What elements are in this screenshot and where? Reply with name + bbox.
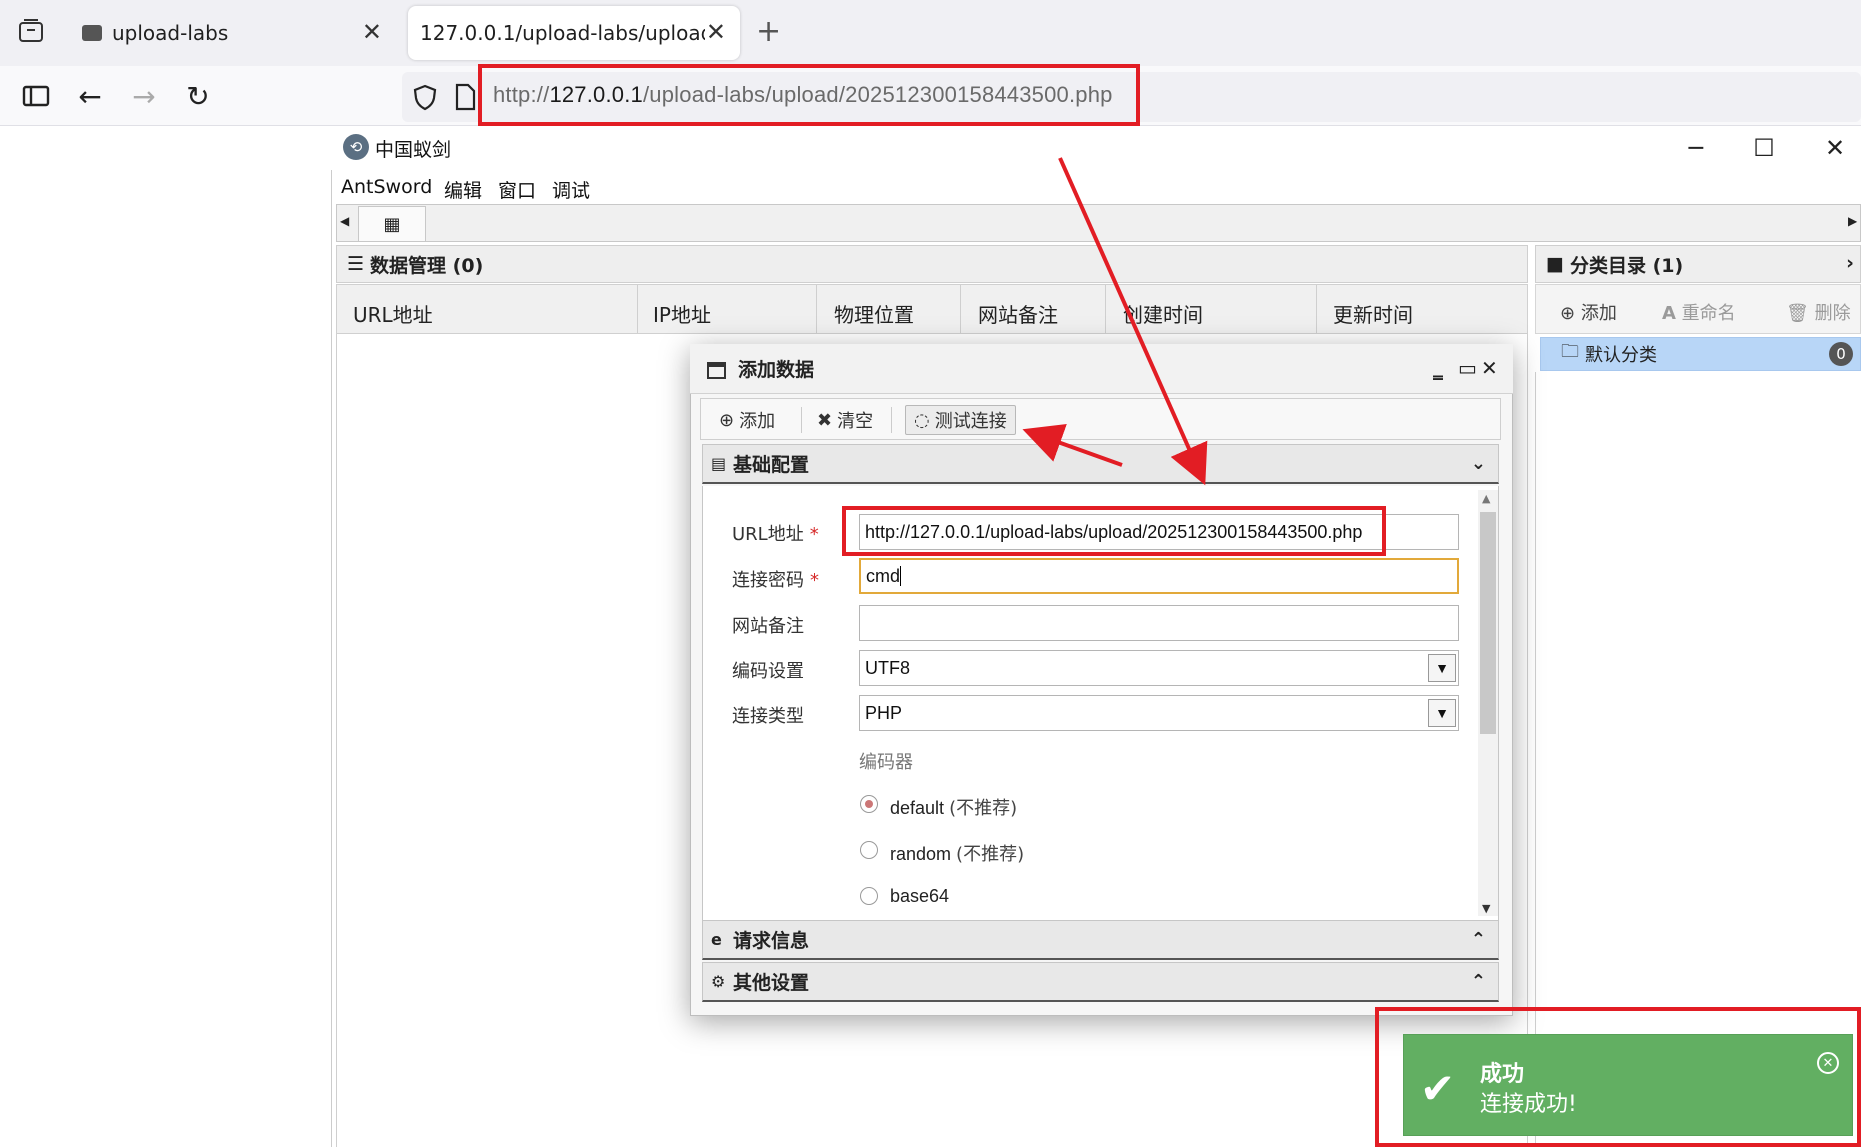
dialog-title: 添加数据 (690, 344, 1513, 394)
annotation-box-url-field (842, 506, 1386, 556)
annotation-box-url (478, 64, 1140, 126)
new-tab-icon[interactable]: + (756, 14, 781, 49)
close-icon[interactable]: ✕ (362, 18, 382, 46)
encoder-random-radio[interactable] (860, 841, 878, 859)
category-add-button[interactable]: ⊕ 添加 (1560, 299, 1617, 325)
antsword-titlebar (331, 126, 1861, 170)
plus-circle-icon: ⊕ (719, 409, 735, 431)
back-icon[interactable]: ← (72, 78, 108, 114)
reload-icon[interactable]: ↻ (180, 78, 216, 114)
menu-window[interactable]: 窗口 (498, 176, 536, 203)
encoding-select[interactable]: UTF8 ▼ (859, 650, 1459, 686)
gears-icon: ⚙ (711, 972, 726, 991)
trash-icon: 🗑 (1786, 303, 1809, 324)
grid-icon[interactable]: ▦ (358, 206, 426, 242)
chevron-up-icon[interactable]: ⌃ (1471, 971, 1486, 992)
category-panel-header: ■ 分类目录 (1) › (1535, 245, 1861, 283)
encoder-default-radio[interactable] (860, 795, 878, 813)
dialog-close-icon[interactable]: ✕ (1481, 356, 1498, 380)
scroll-right-icon[interactable]: ▶ (1848, 214, 1857, 228)
remark-input[interactable] (859, 605, 1459, 641)
x-icon: ✖ (817, 409, 833, 431)
password-label: 连接密码 * (732, 570, 819, 591)
category-count-badge: 0 (1829, 342, 1853, 366)
col-created[interactable]: 创建时间 (1123, 299, 1203, 328)
type-select[interactable]: PHP ▼ (859, 695, 1459, 731)
forward-icon[interactable]: → (126, 78, 162, 114)
section-request-info[interactable]: e 请求信息 ⌃ (702, 920, 1499, 960)
browser-tab-upload-labs[interactable]: upload-labs ✕ (66, 0, 404, 66)
chevron-down-icon[interactable]: ▼ (1428, 654, 1456, 682)
section-basic-config[interactable]: ▤ 基础配置 ⌄ (702, 444, 1499, 484)
shield-icon[interactable] (410, 82, 440, 112)
encoder-random-label[interactable]: random (不推荐) (890, 840, 1024, 866)
tab-list-icon[interactable] (16, 16, 46, 46)
chevron-right-icon[interactable]: › (1846, 252, 1854, 274)
col-updated[interactable]: 更新时间 (1333, 299, 1413, 328)
chevron-down-icon[interactable]: ⌄ (1471, 453, 1486, 474)
dialog-minimize-icon[interactable]: ‗ (1433, 356, 1443, 380)
folder-icon (82, 25, 102, 41)
add-button[interactable]: ⊕ 添加 (711, 405, 783, 435)
remark-label: 网站备注 (732, 616, 804, 637)
menu-antsword[interactable]: AntSword (341, 176, 432, 198)
window-icon (707, 362, 726, 379)
data-panel-header: ☰ 数据管理 (0) (336, 245, 1528, 283)
col-remark[interactable]: 网站备注 (978, 299, 1058, 328)
menu-debug[interactable]: 调试 (552, 176, 590, 203)
sidebar-icon[interactable] (18, 78, 54, 114)
col-location[interactable]: 物理位置 (834, 299, 914, 328)
list-icon: ☰ (347, 253, 365, 275)
type-label: 连接类型 (732, 706, 804, 727)
close-icon[interactable]: ✕ (1815, 130, 1855, 166)
password-input[interactable]: cmd (859, 558, 1459, 594)
scrollbar-thumb[interactable] (1480, 512, 1496, 734)
scroll-left-icon[interactable]: ◀ (340, 214, 349, 228)
font-icon: A (1662, 303, 1676, 324)
maximize-icon[interactable]: ☐ (1744, 130, 1784, 166)
minimize-icon[interactable]: ─ (1676, 130, 1716, 166)
spinner-icon: ◌ (914, 409, 930, 431)
folder-icon: ■ (1546, 253, 1564, 275)
annotation-box-toast (1375, 1007, 1861, 1147)
ie-icon: e (711, 930, 722, 949)
text-cursor (900, 566, 902, 586)
category-rename-button[interactable]: A 重命名 (1662, 299, 1736, 325)
category-toolbar: ⊕ 添加 A 重命名 🗑 删除 (1535, 284, 1861, 334)
encoder-base64-radio[interactable] (860, 887, 878, 905)
section-other-settings[interactable]: ⚙ 其他设置 ⌃ (702, 962, 1499, 1002)
scroll-down-icon[interactable]: ▼ (1482, 902, 1490, 915)
tab-strip (336, 204, 1861, 242)
encoder-default-label[interactable]: default (不推荐) (890, 794, 1017, 820)
window-title: 中国蚁剑 (375, 139, 452, 161)
test-connection-button[interactable]: ◌ 测试连接 (905, 405, 1016, 435)
col-ip[interactable]: IP地址 (653, 299, 711, 328)
category-item-default[interactable]: 🗀 默认分类 (1540, 337, 1861, 371)
plus-circle-icon: ⊕ (1560, 303, 1576, 324)
category-delete-button[interactable]: 🗑 删除 (1786, 299, 1851, 325)
encoder-label: 编码器 (859, 752, 913, 773)
col-url[interactable]: URL地址 (353, 299, 433, 328)
page-icon (455, 83, 476, 111)
folder-open-icon: 🗀 (1561, 341, 1579, 362)
file-icon: ▤ (711, 454, 727, 473)
dialog-maximize-icon[interactable]: ▭ (1458, 356, 1477, 380)
clear-button[interactable]: ✖ 清空 (809, 405, 881, 435)
chevron-down-icon[interactable]: ▼ (1428, 699, 1456, 727)
antsword-logo-icon: ⟲ (343, 134, 369, 160)
tab-label: upload-labs (112, 21, 229, 45)
dialog-toolbar: ⊕ 添加 ✖ 清空 ◌ 测试连接 (700, 398, 1501, 440)
tab-label: 127.0.0.1/upload-labs/upload/20 (420, 21, 705, 45)
browser-tab-active[interactable]: 127.0.0.1/upload-labs/upload/20 ✕ (408, 6, 740, 60)
encoder-base64-label[interactable]: base64 (890, 886, 949, 907)
menu-edit[interactable]: 编辑 (444, 176, 482, 203)
scroll-up-icon[interactable]: ▲ (1482, 492, 1490, 505)
close-icon[interactable]: ✕ (706, 18, 726, 46)
encoding-label: 编码设置 (732, 661, 804, 682)
menu-bar: AntSword 编辑 窗口 调试 (331, 170, 1861, 204)
data-grid-header: URL地址 IP地址 物理位置 网站备注 创建时间 更新时间 (336, 284, 1528, 334)
chevron-up-icon[interactable]: ⌃ (1471, 929, 1486, 950)
url-label: URL地址 * (732, 524, 819, 545)
